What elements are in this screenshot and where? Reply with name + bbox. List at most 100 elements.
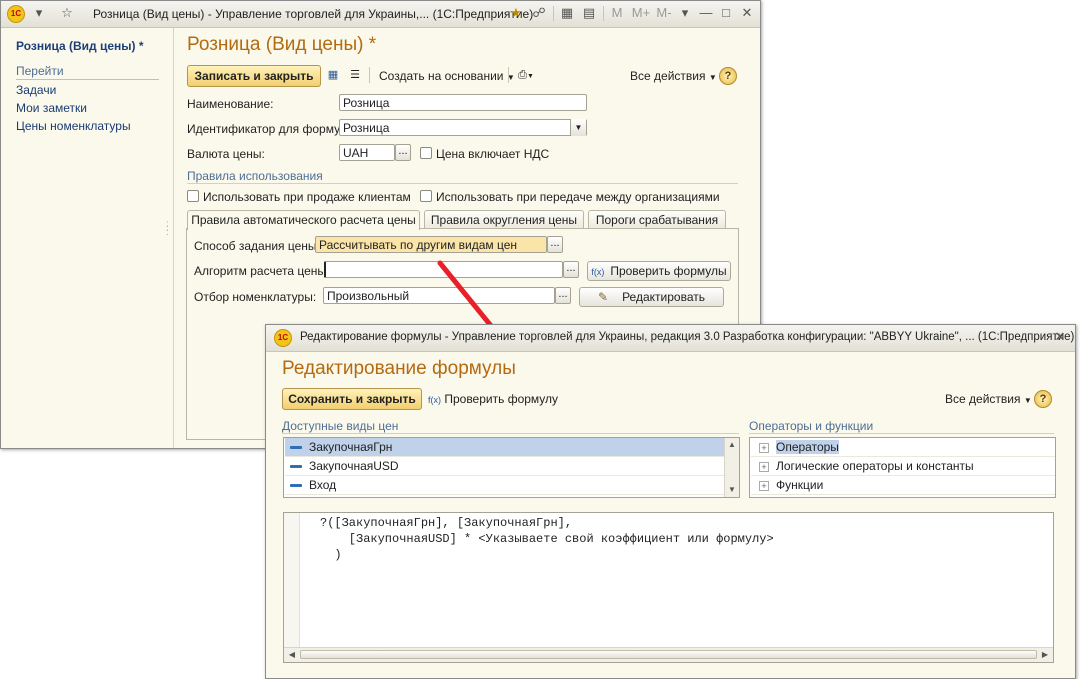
sidebar-section-goto: Перейти: [16, 64, 159, 80]
scroll-right-icon[interactable]: ▶: [1038, 648, 1052, 662]
use-for-sale-label: Использовать при продаже клиентам: [203, 190, 411, 204]
price-type-icon: [290, 465, 302, 468]
name-field[interactable]: Розница: [339, 94, 587, 111]
titlebar-separator: [603, 6, 604, 21]
save-icon[interactable]: ▦: [326, 68, 340, 82]
scroll-left-icon[interactable]: ◀: [285, 648, 299, 662]
edit-filter-label: Редактировать: [622, 290, 705, 304]
filter-select-button[interactable]: ...: [555, 287, 571, 304]
all-actions-menu[interactable]: Все действия ▼: [945, 392, 1032, 406]
tree-item[interactable]: + Операторы: [751, 438, 1055, 457]
check-formulas-button[interactable]: f(x) Проверить формулы: [587, 261, 731, 281]
create-based-on-menu[interactable]: Создать на основании ▼: [379, 69, 515, 83]
check-formula-button[interactable]: f(x) Проверить формулу: [428, 392, 558, 406]
navigation-sidebar: Розница (Вид цены) * Перейти Задачи Мои …: [1, 28, 174, 448]
scroll-down-icon[interactable]: ▼: [725, 483, 739, 497]
formula-line-2: [ЗакупочнаяUSD] * <Указываете свой коэфф…: [320, 532, 774, 546]
vat-included-checkbox[interactable]: [420, 147, 432, 159]
maximize-icon[interactable]: □: [718, 5, 734, 21]
prices-scrollbar[interactable]: ▲ ▼: [724, 438, 739, 497]
algorithm-select-button[interactable]: ...: [563, 261, 579, 278]
close-icon[interactable]: ✕: [1052, 329, 1068, 345]
price-method-select-button[interactable]: ...: [547, 236, 563, 253]
formula-form-title: Редактирование формулы: [282, 358, 516, 379]
chevron-down-icon[interactable]: ▼: [570, 119, 586, 136]
toolbar-separator: [508, 67, 509, 83]
favorite-star-icon[interactable]: ☆: [59, 5, 75, 21]
tree-item[interactable]: + Логические операторы и константы: [751, 457, 1055, 476]
expand-plus-icon[interactable]: +: [759, 481, 769, 491]
1c-logo-icon[interactable]: 1С: [274, 329, 292, 347]
formula-id-value: Розница: [343, 121, 390, 135]
list-item[interactable]: Вход: [285, 476, 724, 495]
available-prices-title: Доступные виды цен: [282, 419, 399, 433]
operators-divider: [749, 433, 1054, 434]
calculator-icon[interactable]: ▦: [559, 5, 575, 21]
form-title: Розница (Вид цены) *: [187, 34, 377, 55]
memory-m-button[interactable]: M: [609, 5, 625, 21]
scroll-up-icon[interactable]: ▲: [725, 438, 739, 452]
algorithm-label: Алгоритм расчета цены:: [194, 264, 330, 278]
scrollbar-thumb[interactable]: [300, 650, 1037, 659]
memory-m-minus-button[interactable]: M-: [655, 5, 673, 21]
expand-plus-icon[interactable]: +: [759, 443, 769, 453]
titlebar-menu-icon[interactable]: ▾: [677, 5, 693, 21]
formula-icon: f(x): [428, 395, 441, 405]
minimize-icon[interactable]: —: [698, 5, 714, 21]
expand-plus-icon[interactable]: +: [759, 462, 769, 472]
menu-dropdown-icon[interactable]: ▾: [31, 5, 47, 21]
list-icon[interactable]: ☰: [348, 68, 362, 82]
available-prices-divider: [282, 433, 739, 434]
link-icon[interactable]: ☍: [531, 5, 547, 21]
currency-label: Валюта цены:: [187, 147, 265, 161]
use-for-transfer-label: Использовать при передаче между организа…: [436, 190, 720, 204]
price-method-field[interactable]: Рассчитывать по другим видам цен: [315, 236, 547, 253]
sidebar-link-notes[interactable]: Мои заметки: [16, 101, 87, 115]
print-report-icon[interactable]: ⎙▼: [514, 68, 538, 82]
formula-window-title: Редактирование формулы - Управление торг…: [300, 331, 1075, 343]
formula-id-select[interactable]: Розница: [339, 119, 587, 136]
price-type-label: Вход: [309, 478, 337, 492]
tab-auto-calculation[interactable]: Правила автоматического расчета цены: [187, 210, 420, 230]
sidebar-link-item-prices[interactable]: Цены номенклатуры: [16, 119, 131, 133]
close-icon[interactable]: ✕: [739, 5, 755, 21]
sidebar-link-tasks[interactable]: Задачи: [16, 83, 56, 97]
currency-field[interactable]: UAH: [339, 144, 395, 161]
formula-id-label: Идентификатор для формул:: [187, 122, 351, 136]
tree-item[interactable]: + Функции: [751, 476, 1055, 495]
use-for-sale-checkbox[interactable]: [187, 190, 199, 202]
sidebar-resize-grip[interactable]: :::: [166, 220, 169, 238]
price-type-icon: [290, 484, 302, 487]
calendar-icon[interactable]: ▤: [581, 5, 597, 21]
list-item[interactable]: ЗакупочнаяГрн: [285, 438, 724, 457]
save-and-close-button[interactable]: Сохранить и закрыть: [282, 388, 422, 410]
all-actions-menu[interactable]: Все действия ▼: [630, 69, 717, 83]
chevron-down-icon: ▼: [1023, 396, 1032, 405]
titlebar-separator: [553, 6, 554, 21]
usage-rules-title: Правила использования: [187, 169, 323, 183]
currency-select-button[interactable]: ...: [395, 144, 411, 161]
add-favorite-icon[interactable]: ★: [508, 5, 524, 21]
memory-m-plus-button[interactable]: M+: [631, 5, 651, 21]
main-titlebar: 1С ▾ ☆ Розница (Вид цены) - Управление т…: [1, 1, 760, 28]
formula-icon: f(x): [591, 267, 605, 277]
tree-item-label: Операторы: [776, 440, 839, 454]
usage-rules-divider: [187, 183, 738, 184]
all-actions-label: Все действия: [945, 392, 1021, 406]
help-icon[interactable]: ?: [719, 67, 737, 85]
save-and-close-button[interactable]: Записать и закрыть: [187, 65, 321, 87]
editor-horizontal-scrollbar[interactable]: ◀ ▶: [284, 647, 1053, 662]
formula-text-editor[interactable]: ?([ЗакупочнаяГрн], [ЗакупочнаяГрн], [Зак…: [283, 512, 1054, 663]
edit-filter-button[interactable]: ✎ Редактировать: [579, 287, 724, 307]
price-method-label: Способ задания цены:: [194, 239, 320, 253]
help-icon[interactable]: ?: [1034, 390, 1052, 408]
1c-logo-icon[interactable]: 1С: [7, 5, 25, 23]
tab-rounding-rules[interactable]: Правила округления цены: [424, 210, 584, 229]
operators-tree: + Операторы + Логические операторы и конст…: [749, 437, 1056, 498]
use-for-transfer-checkbox[interactable]: [420, 190, 432, 202]
list-item[interactable]: ЗакупочнаяUSD: [285, 457, 724, 476]
all-actions-label: Все действия: [630, 69, 706, 83]
price-type-label: ЗакупочнаяUSD: [309, 459, 399, 473]
formula-line-3: ): [320, 548, 342, 562]
tab-thresholds[interactable]: Пороги срабатывания: [588, 210, 726, 229]
